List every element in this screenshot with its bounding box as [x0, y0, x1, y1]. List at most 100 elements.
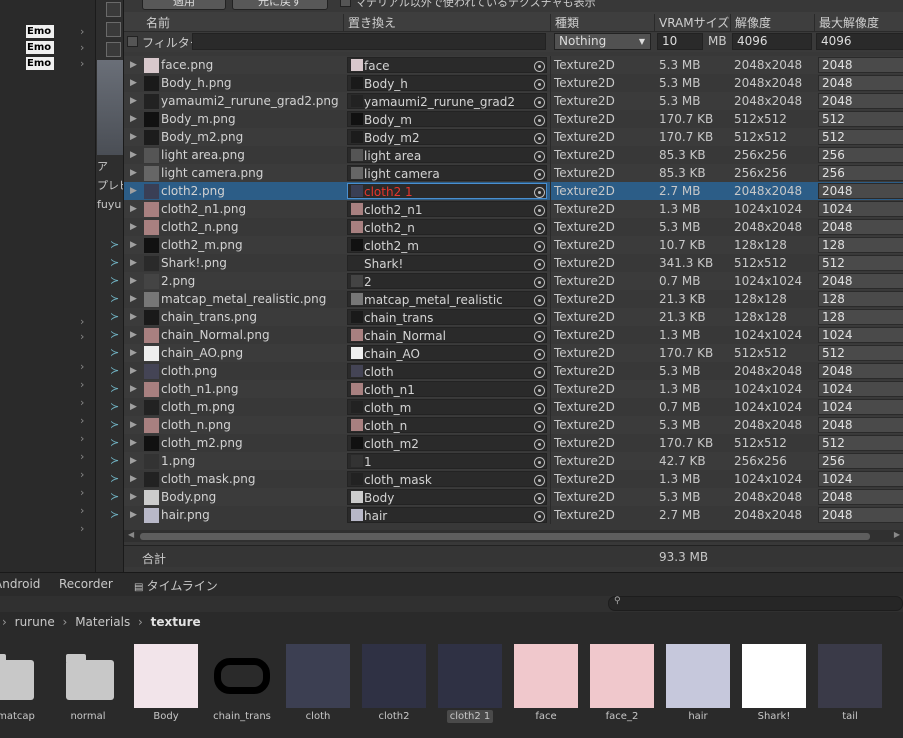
- object-picker-icon[interactable]: [534, 385, 545, 396]
- replace-object-field[interactable]: Body: [347, 489, 547, 505]
- object-picker-icon[interactable]: [534, 151, 545, 162]
- expand-arrow-icon[interactable]: ▶: [130, 362, 137, 380]
- scrollbar-thumb[interactable]: [140, 533, 870, 540]
- expand-arrow-icon[interactable]: ▶: [130, 488, 137, 506]
- chevron-right-icon[interactable]: ›: [80, 360, 84, 373]
- expand-arrow-icon[interactable]: ▶: [130, 254, 137, 272]
- chevron-right-icon[interactable]: ›: [80, 41, 84, 54]
- table-row[interactable]: ▶ 1.png 1 Texture2D 42.7 KB 256x256 256: [124, 452, 903, 470]
- table-row[interactable]: ▶ 2.png 2 Texture2D 0.7 MB 1024x1024 2048: [124, 272, 903, 290]
- chevron-right-icon[interactable]: ›: [80, 468, 84, 481]
- max-resolution-field[interactable]: 128: [818, 309, 903, 325]
- folder-icon[interactable]: [66, 654, 114, 700]
- max-resolution-field[interactable]: 2048: [818, 417, 903, 433]
- max-resolution-field[interactable]: 2048: [818, 57, 903, 73]
- asset-item[interactable]: tail: [818, 644, 882, 734]
- chevron-right-icon[interactable]: ›: [80, 414, 84, 427]
- table-row[interactable]: ▶ Body_m2.png Body_m2 Texture2D 170.7 KB 512x…: [124, 128, 903, 146]
- object-picker-icon[interactable]: [534, 169, 545, 180]
- table-row[interactable]: ▶ cloth2_n.png cloth2_n Texture2D 5.3 MB 2048…: [124, 218, 903, 236]
- object-picker-icon[interactable]: [534, 439, 545, 450]
- expand-arrow-icon[interactable]: ▶: [130, 470, 137, 488]
- revert-button[interactable]: 元に戻す: [232, 0, 328, 10]
- replace-object-field[interactable]: cloth2_m: [347, 237, 547, 253]
- table-row[interactable]: ▶ light area.png light area Texture2D 85.3 K…: [124, 146, 903, 164]
- column-header-vram[interactable]: VRAMサイズ: [654, 14, 729, 32]
- max-resolution-field[interactable]: 1024: [818, 471, 903, 487]
- table-row[interactable]: ▶ cloth_m.png cloth_m Texture2D 0.7 MB 1024x1…: [124, 398, 903, 416]
- object-picker-icon[interactable]: [534, 223, 545, 234]
- table-row[interactable]: ▶ yamaumi2_rurune_grad2.png yamaumi2_rurun…: [124, 92, 903, 110]
- max-resolution-field[interactable]: 128: [818, 237, 903, 253]
- expand-arrow-icon[interactable]: ▶: [130, 56, 137, 74]
- object-picker-icon[interactable]: [534, 403, 545, 414]
- table-row[interactable]: ▶ cloth2_m.png cloth2_m Texture2D 10.7 KB 128…: [124, 236, 903, 254]
- expand-arrow-icon[interactable]: ▶: [130, 236, 137, 254]
- expand-arrow-icon[interactable]: ▶: [130, 146, 137, 164]
- asset-item[interactable]: cloth2 1: [438, 644, 502, 734]
- replace-object-field[interactable]: hair: [347, 507, 547, 523]
- resolution-filter-input[interactable]: 4096: [732, 33, 812, 50]
- asset-item[interactable]: hair: [666, 644, 730, 734]
- apply-button[interactable]: 適用: [142, 0, 226, 10]
- object-picker-icon[interactable]: [534, 241, 545, 252]
- max-resolution-field[interactable]: 2048: [818, 489, 903, 505]
- object-picker-icon[interactable]: [534, 259, 545, 270]
- object-picker-icon[interactable]: [534, 205, 545, 216]
- object-picker-icon[interactable]: [534, 61, 545, 72]
- chevron-right-icon[interactable]: ›: [80, 378, 84, 391]
- chevron-right-icon[interactable]: ›: [80, 57, 84, 70]
- asset-item[interactable]: chain_trans: [210, 644, 274, 734]
- max-resolution-filter-input[interactable]: 4096: [816, 33, 903, 50]
- expand-arrow-icon[interactable]: ▶: [130, 218, 137, 236]
- chevron-right-icon[interactable]: ›: [80, 25, 84, 38]
- max-resolution-field[interactable]: 512: [818, 129, 903, 145]
- asset-item[interactable]: Shark!: [742, 644, 806, 734]
- tab-timeline[interactable]: ▤ タイムライン: [134, 577, 218, 594]
- object-picker-icon[interactable]: [534, 187, 545, 198]
- table-row[interactable]: ▶ face.png face Texture2D 5.3 MB 2048x2048 204…: [124, 56, 903, 74]
- replace-object-field[interactable]: yamaumi2_rurune_grad2: [347, 93, 547, 109]
- chevron-right-icon[interactable]: ›: [80, 504, 84, 517]
- max-resolution-field[interactable]: 1024: [818, 399, 903, 415]
- filter-checkbox[interactable]: [127, 36, 138, 47]
- chevron-right-icon[interactable]: ›: [80, 486, 84, 499]
- expand-arrow-icon[interactable]: ▶: [130, 290, 137, 308]
- horizontal-scrollbar[interactable]: ◀ ▶: [124, 530, 903, 542]
- object-picker-icon[interactable]: [534, 97, 545, 108]
- replace-object-field[interactable]: light camera: [347, 165, 547, 181]
- replace-object-field[interactable]: chain_Normal: [347, 327, 547, 343]
- max-resolution-field[interactable]: 1024: [818, 201, 903, 217]
- object-picker-icon[interactable]: [534, 457, 545, 468]
- table-row[interactable]: ▶ light camera.png light camera Texture2D 85…: [124, 164, 903, 182]
- asset-item[interactable]: Body: [134, 644, 198, 734]
- table-row[interactable]: ▶ cloth_n1.png cloth_n1 Texture2D 1.3 MB 1024…: [124, 380, 903, 398]
- checkbox[interactable]: [340, 0, 351, 7]
- chevron-right-icon[interactable]: ›: [80, 522, 84, 535]
- column-header-name[interactable]: 名前: [142, 14, 170, 32]
- max-resolution-field[interactable]: 1024: [818, 381, 903, 397]
- asset-item[interactable]: face: [514, 644, 578, 734]
- replace-object-field[interactable]: cloth_n: [347, 417, 547, 433]
- chevron-right-icon[interactable]: ›: [80, 432, 84, 445]
- replace-object-field[interactable]: Body_h: [347, 75, 547, 91]
- replace-object-field[interactable]: chain_AO: [347, 345, 547, 361]
- column-header-replace[interactable]: 置き換え: [343, 14, 396, 32]
- max-resolution-field[interactable]: 2048: [818, 93, 903, 109]
- table-row[interactable]: ▶ matcap_metal_realistic.png matcap_metal_…: [124, 290, 903, 308]
- max-resolution-field[interactable]: 1024: [818, 327, 903, 343]
- expand-arrow-icon[interactable]: ▶: [130, 92, 137, 110]
- breadcrumb-current[interactable]: texture: [151, 615, 201, 629]
- panel-tab-label[interactable]: ア: [97, 158, 108, 174]
- table-row[interactable]: ▶ cloth.png cloth Texture2D 5.3 MB 2048x2048 2…: [124, 362, 903, 380]
- table-row[interactable]: ▶ cloth_mask.png cloth_mask Texture2D 1.3 MB…: [124, 470, 903, 488]
- replace-object-field[interactable]: cloth2 1: [347, 183, 547, 199]
- type-filter-dropdown[interactable]: Nothing ▼: [554, 33, 651, 50]
- expand-arrow-icon[interactable]: ▶: [130, 164, 137, 182]
- max-resolution-field[interactable]: 2048: [818, 183, 903, 199]
- replace-object-field[interactable]: chain_trans: [347, 309, 547, 325]
- object-picker-icon[interactable]: [534, 367, 545, 378]
- chevron-right-icon[interactable]: ›: [80, 396, 84, 409]
- replace-object-field[interactable]: cloth: [347, 363, 547, 379]
- replace-object-field[interactable]: cloth_m: [347, 399, 547, 415]
